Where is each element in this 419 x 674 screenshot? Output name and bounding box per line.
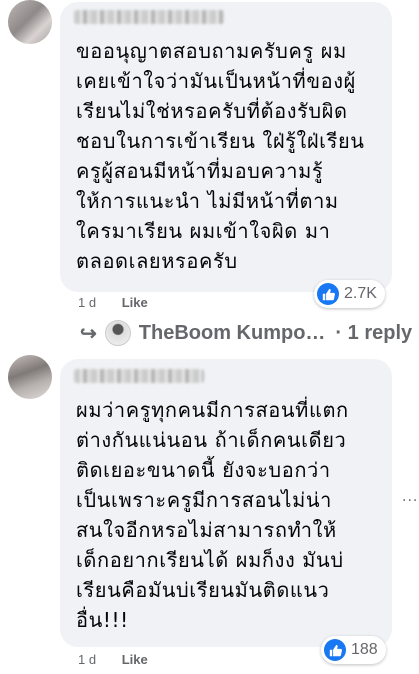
comment-2: ผมว่าครูทุกคนมีการสอนที่แตก ต่างกันแน่นอ… (0, 345, 419, 674)
comment-line: ผมว่าครูทุกคนมีการสอนที่แตก (76, 398, 349, 422)
comment-line: ครูผู้สอนมีหน้าที่มอบความรู้ (76, 159, 324, 183)
comment-bubble: ขออนุญาตสอบถามครับครู ผม เคยเข้าใจว่ามัน… (60, 2, 392, 292)
comment-text: ขออนุญาตสอบถามครับครู ผม เคยเข้าใจว่ามัน… (76, 36, 365, 276)
more-options-icon[interactable]: ··· (402, 493, 418, 509)
view-replies[interactable]: ↪ TheBoom Kumpo… · 1 reply (80, 320, 412, 346)
comment-1: ขออนุญาตสอบถามครับครู ผม เคยเข้าใจว่ามัน… (0, 0, 419, 346)
reply-avatar (104, 320, 131, 346)
comment-line: ต่างกันแน่นอน ถ้าเด็กคนเดียว (76, 428, 347, 452)
reaction-count-badge[interactable]: 2.7K (314, 280, 385, 308)
author-name-blurred[interactable] (74, 10, 224, 24)
timestamp[interactable]: 1 d (78, 295, 96, 310)
reply-count[interactable]: · 1 reply (335, 322, 412, 345)
reaction-count: 2.7K (344, 285, 377, 302)
avatar[interactable] (8, 0, 52, 44)
comment-line: ให้การแนะนำ ไม่มีหน้าที่ตาม (76, 189, 339, 213)
comment-line: เรียนไม่ใช่หรอครับที่ต้องรับผิด (76, 99, 348, 123)
like-button[interactable]: Like (122, 295, 148, 310)
comment-line: เรียนคือมันบ่เรียนมันติดแนว (76, 578, 330, 602)
like-button[interactable]: Like (122, 652, 148, 667)
comment-line: อื่น!!! (76, 608, 129, 632)
comment-line: ติดเยอะขนาดนี้ ยังจะบอกว่า (76, 458, 331, 482)
thumbs-up-icon (324, 639, 346, 661)
thumbs-up-icon (317, 283, 339, 305)
timestamp[interactable]: 1 d (78, 652, 96, 667)
comment-line: เด็กอยากเรียนได้ ผมก็งง มันบ่ (76, 548, 344, 572)
reaction-count-badge[interactable]: 188 (321, 636, 386, 664)
comment-line: สนใจอีกหรอไม่สามารถทำให้ (76, 518, 337, 542)
comment-line: ชอบในการเข้าเรียน ใฝ่รู้ใฝ่เรียน (76, 129, 365, 153)
comment-text: ผมว่าครูทุกคนมีการสอนที่แตก ต่างกันแน่นอ… (76, 395, 349, 635)
comment-meta: 1 d Like (78, 652, 148, 667)
reply-author-name[interactable]: TheBoom Kumpo… (139, 322, 326, 345)
comment-line: ตลอดเลยหรอครับ (76, 249, 238, 273)
author-name-blurred[interactable] (74, 369, 204, 383)
comment-line: ขออนุญาตสอบถามครับครู ผม (76, 39, 347, 63)
comment-bubble: ผมว่าครูทุกคนมีการสอนที่แตก ต่างกันแน่นอ… (60, 359, 392, 647)
comment-line: เคยเข้าใจว่ามันเป็นหน้าที่ของผู้ (76, 69, 356, 93)
avatar[interactable] (8, 355, 52, 399)
comment-meta: 1 d Like (78, 295, 148, 310)
comment-line: ใครมาเรียน ผมเข้าใจผิด มา (76, 219, 331, 243)
reply-arrow-icon: ↪ (80, 322, 97, 345)
comment-line: เป็นเพราะครูมีการสอนไม่น่า (76, 488, 332, 512)
reaction-count: 188 (351, 641, 378, 658)
